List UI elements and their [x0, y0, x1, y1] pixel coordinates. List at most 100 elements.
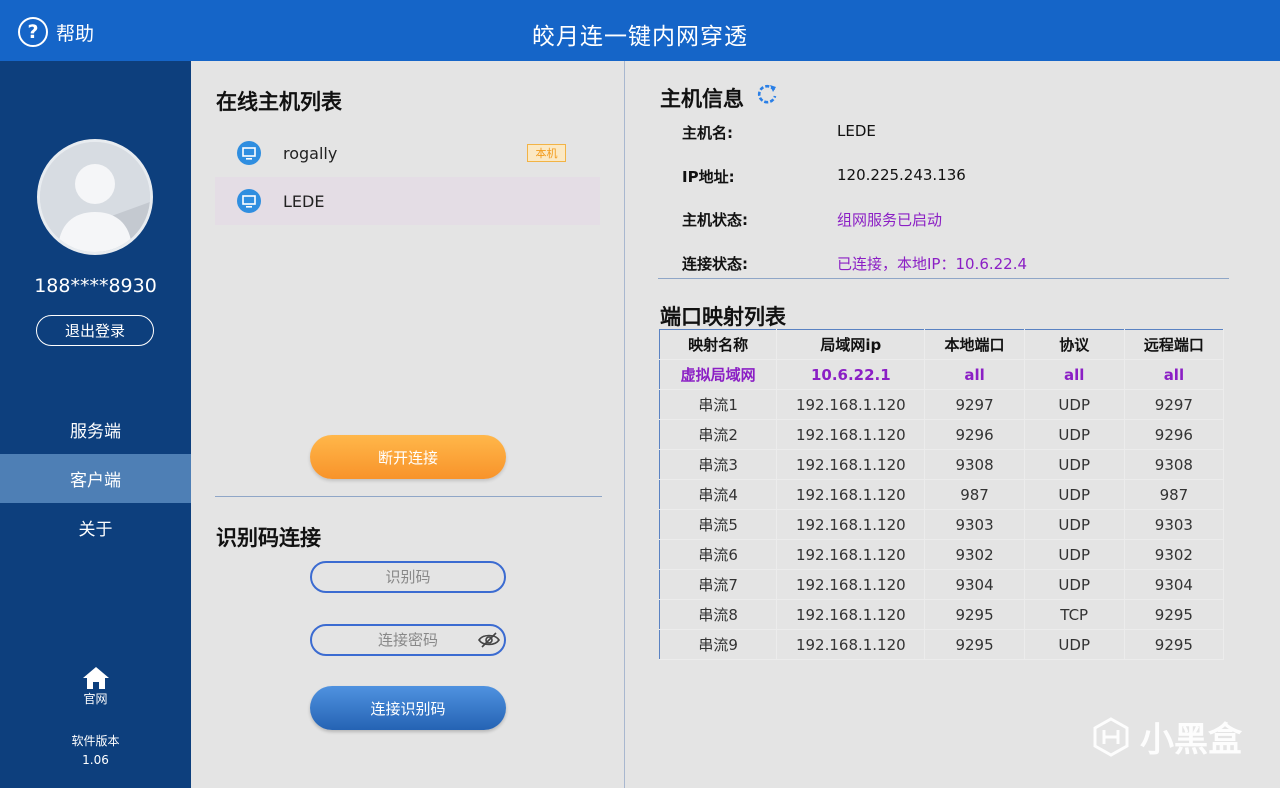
- user-silhouette-icon: [40, 142, 150, 252]
- user-phone: 188****8930: [34, 275, 157, 297]
- disconnect-button[interactable]: 断开连接: [310, 435, 506, 479]
- nav-item-client[interactable]: 客户端: [0, 454, 191, 503]
- title-bar: ? 帮助 皎月连一键内网穿透: [0, 0, 1280, 61]
- table-cell: 串流9: [659, 629, 778, 660]
- table-cell: 9297: [1124, 389, 1225, 420]
- table-row: 串流5 192.168.1.120 9303 UDP 9303: [659, 509, 1225, 540]
- table-cell: 9295: [1124, 629, 1225, 660]
- table-cell: 9295: [924, 629, 1025, 660]
- nav-item-about[interactable]: 关于: [0, 503, 191, 552]
- website-link[interactable]: 官网: [0, 666, 191, 707]
- monitor-icon: [237, 141, 261, 165]
- table-cell: 9296: [924, 419, 1025, 450]
- table-cell: 串流2: [659, 419, 778, 450]
- website-label: 官网: [83, 692, 108, 706]
- host-item-lede[interactable]: LEDE: [215, 177, 600, 225]
- table-cell: 192.168.1.120: [776, 449, 926, 480]
- table-cell: 串流3: [659, 449, 778, 480]
- avatar: [37, 139, 153, 255]
- table-row: 串流4 192.168.1.120 987 UDP 987: [659, 479, 1225, 510]
- local-host-badge: 本机: [527, 144, 566, 162]
- table-row: 串流2 192.168.1.120 9296 UDP 9296: [659, 419, 1225, 450]
- divider: [215, 496, 602, 497]
- table-cell: 987: [924, 479, 1025, 510]
- table-cell: 9304: [924, 569, 1025, 600]
- table-cell: 192.168.1.120: [776, 539, 926, 570]
- host-item-rogally[interactable]: rogally 本机: [215, 129, 600, 177]
- table-cell: 192.168.1.120: [776, 629, 926, 660]
- table-cell: 串流7: [659, 569, 778, 600]
- xiaoheihe-logo-icon: [1093, 716, 1129, 757]
- watermark: 小黑盒: [1092, 712, 1242, 761]
- table-row: 串流9 192.168.1.120 9295 UDP 9295: [659, 629, 1225, 660]
- version-label: 软件版本: [71, 734, 120, 748]
- table-cell: UDP: [1024, 629, 1125, 660]
- table-cell: UDP: [1024, 539, 1125, 570]
- port-map-title: 端口映射列表: [660, 305, 786, 329]
- table-cell: 9303: [924, 509, 1025, 540]
- table-cell: 9304: [1124, 569, 1225, 600]
- version-number: 1.06: [82, 753, 109, 767]
- table-cell: 9296: [1124, 419, 1225, 450]
- refresh-icon[interactable]: [755, 82, 779, 106]
- table-cell: 9302: [924, 539, 1025, 570]
- table-cell: UDP: [1024, 479, 1125, 510]
- table-cell: all: [1024, 359, 1125, 390]
- column-header: 远程端口: [1124, 329, 1225, 360]
- table-cell: 9295: [1124, 599, 1225, 630]
- table-row: 串流7 192.168.1.120 9304 UDP 9304: [659, 569, 1225, 600]
- column-header: 映射名称: [659, 329, 778, 360]
- table-row: 虚拟局域网 10.6.22.1 all all all: [659, 359, 1225, 390]
- divider: [658, 278, 1229, 279]
- table-cell: TCP: [1024, 599, 1125, 630]
- table-cell: all: [1124, 359, 1225, 390]
- column-header: 局域网ip: [776, 329, 926, 360]
- table-cell: 9295: [924, 599, 1025, 630]
- table-row: 串流8 192.168.1.120 9295 TCP 9295: [659, 599, 1225, 630]
- table-cell: UDP: [1024, 449, 1125, 480]
- software-version: 软件版本 1.06: [0, 732, 191, 770]
- table-cell: all: [924, 359, 1025, 390]
- table-cell: 串流4: [659, 479, 778, 510]
- logout-button[interactable]: 退出登录: [36, 315, 154, 346]
- host-status-label: 主机状态:: [682, 211, 748, 229]
- table-cell: 9302: [1124, 539, 1225, 570]
- eye-off-icon[interactable]: [478, 631, 500, 649]
- host-name: LEDE: [283, 191, 325, 211]
- table-cell: UDP: [1024, 509, 1125, 540]
- online-hosts-title: 在线主机列表: [216, 90, 342, 114]
- connection-status-value: 已连接，本地IP：10.6.22.4: [837, 255, 1028, 273]
- table-cell: 虚拟局域网: [659, 359, 778, 390]
- table-header-row: 映射名称 局域网ip 本地端口 协议 远程端口: [659, 329, 1225, 360]
- left-panel: 在线主机列表 rogally 本机 LEDE 断开连接 识别码连接 连接识别码: [191, 61, 624, 788]
- connect-code-button[interactable]: 连接识别码: [310, 686, 506, 730]
- connection-status-label: 连接状态:: [682, 255, 748, 273]
- table-row: 串流6 192.168.1.120 9302 UDP 9302: [659, 539, 1225, 570]
- host-info-title: 主机信息: [660, 87, 744, 111]
- port-map-table: 映射名称 局域网ip 本地端口 协议 远程端口 虚拟局域网 10.6.22.1 al…: [659, 329, 1225, 660]
- table-cell: 192.168.1.120: [776, 569, 926, 600]
- table-cell: 192.168.1.120: [776, 479, 926, 510]
- host-name: rogally: [283, 143, 338, 163]
- password-input[interactable]: [310, 624, 506, 656]
- table-cell: 192.168.1.120: [776, 509, 926, 540]
- sidebar: 188****8930 退出登录 服务端 客户端 关于 官网 软件版本 1.06: [0, 61, 191, 788]
- table-cell: UDP: [1024, 419, 1125, 450]
- table-cell: 串流5: [659, 509, 778, 540]
- table-cell: UDP: [1024, 389, 1125, 420]
- monitor-icon: [237, 189, 261, 213]
- table-row: 串流1 192.168.1.120 9297 UDP 9297: [659, 389, 1225, 420]
- code-input[interactable]: [310, 561, 506, 593]
- table-cell: 串流6: [659, 539, 778, 570]
- nav-item-server[interactable]: 服务端: [0, 405, 191, 454]
- table-cell: 192.168.1.120: [776, 419, 926, 450]
- host-name-label: 主机名:: [682, 124, 733, 142]
- home-icon: [82, 667, 109, 689]
- table-cell: 串流8: [659, 599, 778, 630]
- table-cell: UDP: [1024, 569, 1125, 600]
- table-cell: 串流1: [659, 389, 778, 420]
- right-panel: 主机信息 主机名: LEDE IP地址: 120.225.243.136 主机状…: [625, 61, 1278, 788]
- table-cell: 9297: [924, 389, 1025, 420]
- watermark-text: 小黑盒: [1140, 720, 1242, 760]
- table-cell: 192.168.1.120: [776, 389, 926, 420]
